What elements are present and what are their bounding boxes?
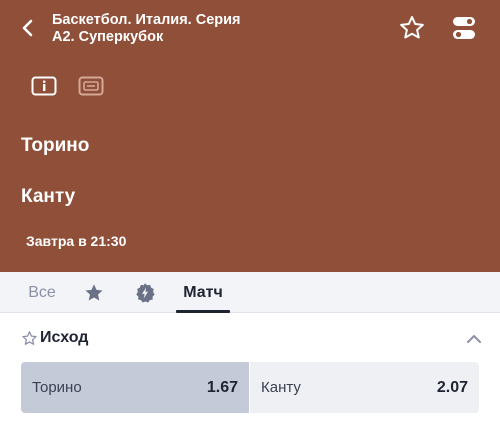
market-outcome: Исход Торино 1.67 Канту 2.07 <box>0 313 500 427</box>
outcome-home-name: Торино <box>32 379 82 396</box>
event-title-line2: А2. Суперкубок <box>52 29 164 45</box>
team-away: Канту <box>21 186 76 207</box>
tab-match[interactable]: Матч <box>176 272 230 313</box>
stats-card-icon <box>78 76 104 96</box>
lightning-badge-icon <box>136 282 155 303</box>
market-favorite-button[interactable] <box>20 329 38 347</box>
market-tabs: Все Матч <box>0 272 500 313</box>
event-title: Баскетбол. Италия. Серия А2. Суперкубок <box>52 12 352 46</box>
event-title-line1: Баскетбол. Италия. Серия <box>52 12 241 28</box>
outcome-home-button[interactable]: Торино 1.67 <box>21 362 249 413</box>
market-title: Исход <box>40 329 89 346</box>
outcome-away-button[interactable]: Канту 2.07 <box>250 362 479 413</box>
event-datetime: Завтра в 21:30 <box>26 233 127 249</box>
info-view-button[interactable] <box>30 75 58 97</box>
tab-all[interactable]: Все <box>20 272 64 313</box>
event-header: Баскетбол. Италия. Серия А2. Суперкубок … <box>0 0 500 272</box>
outcome-home-odds: 1.67 <box>206 378 238 396</box>
outcome-away-name: Канту <box>261 379 301 396</box>
chevron-up-icon <box>467 335 481 343</box>
stats-view-button[interactable] <box>77 75 105 97</box>
collapse-button[interactable] <box>463 329 485 349</box>
outcome-away-odds: 2.07 <box>436 378 468 396</box>
back-button[interactable] <box>14 14 42 42</box>
settings-toggle-button[interactable] <box>447 12 481 44</box>
info-card-icon <box>31 76 57 96</box>
team-home: Торино <box>21 135 90 156</box>
star-filled-icon <box>85 283 103 301</box>
star-outline-icon <box>21 330 37 345</box>
tab-favorites[interactable] <box>79 272 109 313</box>
star-outline-icon <box>400 16 424 39</box>
chevron-left-icon <box>22 19 33 37</box>
toggle-switch-icon <box>453 17 475 39</box>
tab-fast-bets[interactable] <box>130 272 160 313</box>
favorite-button[interactable] <box>396 12 428 44</box>
